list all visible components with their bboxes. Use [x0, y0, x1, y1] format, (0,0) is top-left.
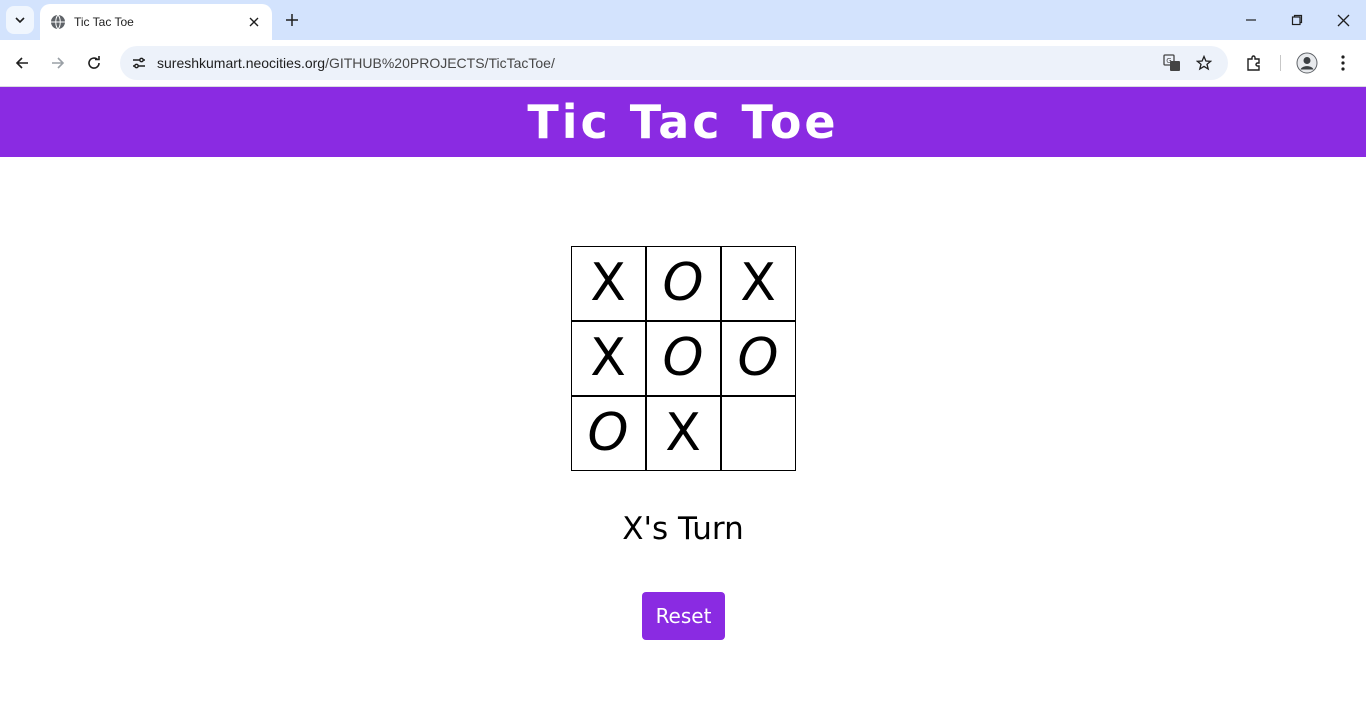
board-cell[interactable]: X: [570, 320, 646, 396]
profile-button[interactable]: [1294, 50, 1320, 76]
forward-icon: [52, 57, 65, 69]
tab-title: Tic Tac Toe: [74, 15, 134, 29]
restore-icon: [1291, 14, 1303, 26]
extensions-button[interactable]: [1241, 50, 1267, 76]
globe-icon: [50, 14, 66, 30]
translate-icon: G: [1163, 54, 1180, 71]
restore-button[interactable]: [1283, 6, 1311, 34]
tab-search-button[interactable]: [6, 6, 34, 34]
star-icon: [1196, 55, 1212, 71]
address-bar[interactable]: sureshkumart.neocities.org/GITHUB%20PROJ…: [120, 46, 1228, 80]
kebab-menu-icon: [1341, 55, 1345, 71]
url-path: /GITHUB%20PROJECTS/TicTacToe/: [325, 55, 555, 71]
toolbar-divider: [1280, 55, 1281, 71]
url-text[interactable]: sureshkumart.neocities.org/GITHUB%20PROJ…: [157, 55, 555, 71]
board-cell[interactable]: O: [645, 245, 721, 321]
reset-button[interactable]: Reset: [642, 592, 725, 640]
site-settings-button[interactable]: [126, 50, 152, 76]
back-icon: [15, 57, 28, 69]
reload-button[interactable]: [81, 50, 107, 76]
tab-strip: Tic Tac Toe: [0, 0, 1366, 40]
minimize-icon: [1246, 19, 1256, 21]
reload-icon: [88, 56, 100, 69]
browser-tab[interactable]: Tic Tac Toe: [40, 4, 272, 40]
bookmark-button[interactable]: [1192, 51, 1216, 75]
board-cell[interactable]: O: [645, 320, 721, 396]
board-cell[interactable]: X: [645, 395, 721, 471]
close-icon[interactable]: [244, 12, 264, 32]
extensions-icon: [1247, 55, 1260, 71]
browser-menu-button[interactable]: [1330, 50, 1356, 76]
profile-icon: [1296, 52, 1318, 74]
page-header: Tic Tac Toe: [0, 87, 1366, 157]
board-cell[interactable]: O: [570, 395, 646, 471]
plus-icon: [286, 14, 298, 26]
page-title: Tic Tac Toe: [527, 95, 839, 149]
minimize-button[interactable]: [1237, 6, 1265, 34]
forward-button[interactable]: [45, 50, 71, 76]
back-button[interactable]: [9, 50, 35, 76]
close-window-button[interactable]: [1329, 6, 1357, 34]
url-host: sureshkumart.neocities.org: [157, 55, 326, 71]
board-cell[interactable]: X: [570, 245, 646, 321]
chevron-down-icon: [15, 17, 25, 24]
game-board: X O X X O O O X: [570, 245, 796, 471]
new-tab-button[interactable]: [280, 8, 304, 32]
close-icon: [1337, 14, 1349, 26]
svg-text:G: G: [1166, 57, 1171, 65]
turn-status: X's Turn: [622, 511, 744, 547]
browser-toolbar: sureshkumart.neocities.org/GITHUB%20PROJ…: [0, 40, 1366, 87]
site-settings-icon: [133, 57, 145, 69]
board-cell[interactable]: X: [720, 245, 796, 321]
page-content: Tic Tac Toe X O X X O O O X X's Turn Res…: [0, 87, 1366, 728]
board-cell[interactable]: O: [720, 320, 796, 396]
translate-button[interactable]: G: [1160, 51, 1184, 75]
board-cell[interactable]: [720, 395, 796, 471]
